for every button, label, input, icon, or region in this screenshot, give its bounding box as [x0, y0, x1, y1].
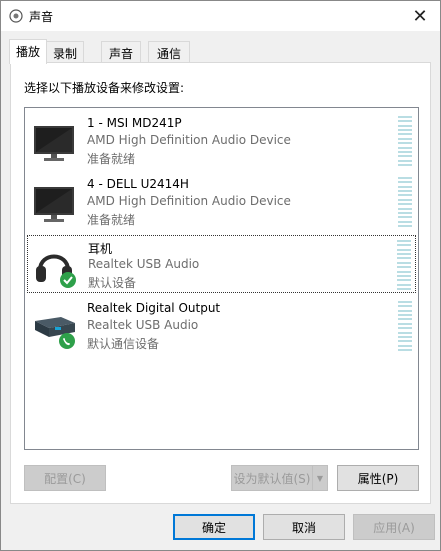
device-item-headphones[interactable]: 耳机 Realtek USB Audio 默认设备	[27, 235, 416, 293]
device-status: 默认设备	[88, 276, 137, 290]
volume-meter	[398, 177, 412, 227]
window-title: 声音	[29, 10, 54, 24]
device-driver: Realtek USB Audio	[88, 257, 200, 271]
volume-meter	[398, 301, 412, 351]
cancel-button[interactable]: 取消	[263, 514, 345, 540]
playback-panel: 选择以下播放设备来修改设置: 1 - MSI MD241P AMD High D…	[10, 62, 431, 504]
digital-output-icon	[35, 317, 75, 349]
set-default-dropdown[interactable]: ▼	[312, 465, 328, 491]
set-default-button[interactable]: 设为默认值(S)	[231, 465, 313, 491]
tab-communications[interactable]: 通信	[148, 41, 190, 63]
device-item-msi[interactable]: 1 - MSI MD241P AMD High Definition Audio…	[27, 112, 416, 170]
device-item-dell[interactable]: 4 - DELL U2414H AMD High Definition Audi…	[27, 173, 416, 231]
phone-icon	[59, 333, 75, 349]
close-button[interactable]: ✕	[400, 1, 440, 31]
title-bar: 声音 ✕	[1, 1, 440, 31]
properties-button[interactable]: 属性(P)	[337, 465, 419, 491]
device-status: 默认通信设备	[87, 337, 160, 351]
sound-dialog: 声音 ✕ 播放 录制 声音 通信 选择以下播放设备来修改设置: 1 - MSI …	[0, 0, 441, 551]
device-driver: Realtek USB Audio	[87, 318, 199, 332]
device-driver: AMD High Definition Audio Device	[87, 133, 291, 147]
device-list[interactable]: 1 - MSI MD241P AMD High Definition Audio…	[24, 107, 419, 450]
device-name: 耳机	[88, 242, 113, 256]
speaker-icon	[9, 9, 23, 23]
default-check-icon	[60, 272, 76, 288]
tab-playback[interactable]: 播放	[9, 39, 47, 64]
tab-sounds[interactable]: 声音	[101, 41, 141, 63]
configure-button[interactable]: 配置(C)	[24, 465, 106, 491]
tab-recording[interactable]: 录制	[46, 41, 84, 63]
device-item-digital-output[interactable]: Realtek Digital Output Realtek USB Audio…	[27, 297, 416, 355]
volume-meter	[398, 116, 412, 166]
apply-button[interactable]: 应用(A)	[353, 514, 435, 540]
chevron-down-icon: ▼	[316, 473, 324, 483]
device-status: 准备就绪	[87, 152, 136, 166]
device-status: 准备就绪	[87, 213, 136, 227]
device-driver: AMD High Definition Audio Device	[87, 194, 291, 208]
headphones-icon	[36, 254, 76, 288]
instruction-label: 选择以下播放设备来修改设置:	[24, 81, 185, 95]
monitor-icon	[34, 187, 74, 222]
ok-button[interactable]: 确定	[173, 514, 255, 540]
device-name: Realtek Digital Output	[87, 301, 221, 315]
close-icon: ✕	[412, 5, 428, 27]
device-name: 4 - DELL U2414H	[87, 177, 189, 191]
device-name: 1 - MSI MD241P	[87, 116, 182, 130]
monitor-icon	[34, 126, 74, 161]
volume-meter	[397, 240, 411, 290]
